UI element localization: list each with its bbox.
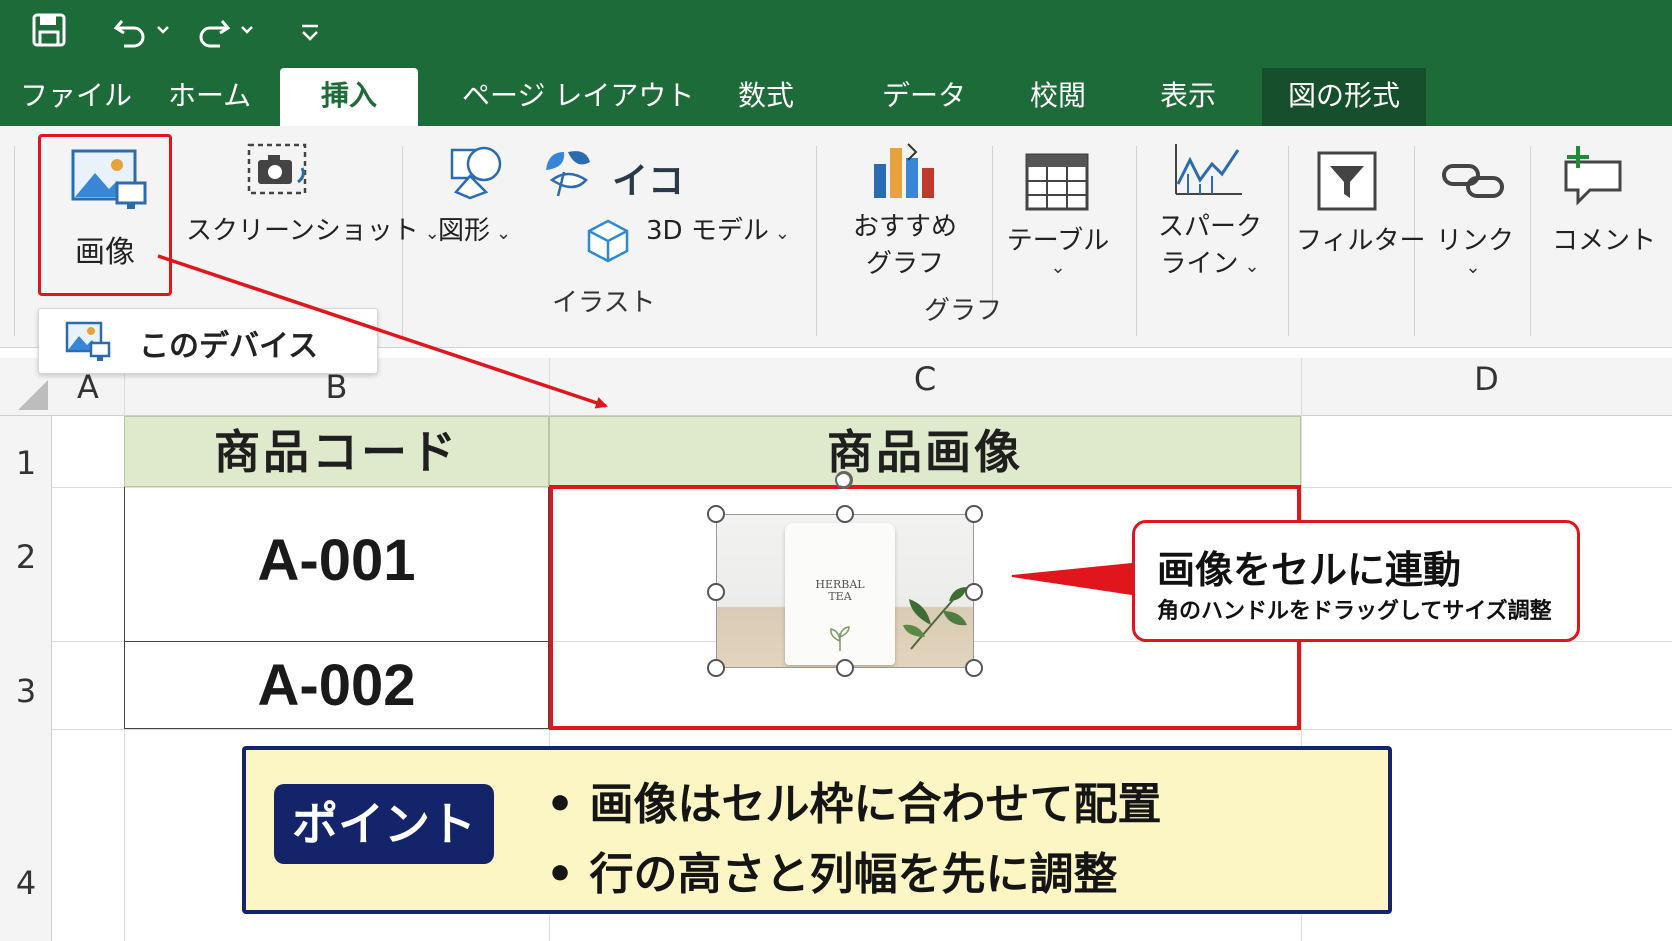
screenshot-label: スクリーンショット bbox=[186, 216, 419, 246]
filter-button[interactable]: フィルター bbox=[1296, 220, 1425, 257]
ribbon-separator bbox=[1288, 146, 1289, 336]
ribbon-separator bbox=[1530, 146, 1531, 336]
chevron-down-icon: ⌄ bbox=[1244, 256, 1260, 277]
sparkline-label-2: ライン bbox=[1160, 249, 1239, 279]
column-divider bbox=[1301, 358, 1302, 416]
ribbon-separator bbox=[816, 146, 817, 336]
undo-icon[interactable] bbox=[112, 10, 178, 50]
recommended-chart-label-2: グラフ bbox=[865, 249, 944, 279]
group-label-charts: グラフ bbox=[924, 296, 1003, 326]
link-label: リンク bbox=[1436, 226, 1515, 256]
icons-label: イコ bbox=[612, 161, 685, 202]
tab-file[interactable]: ファイル bbox=[20, 68, 132, 126]
screenshot-button[interactable]: スクリーンショット ⌄ bbox=[186, 210, 440, 247]
tab-data[interactable]: データ bbox=[882, 68, 966, 126]
point-bullet-2: • 行の高さと列幅を先に調整 bbox=[546, 849, 1118, 900]
tab-picture-format[interactable]: 図の形式 bbox=[1262, 68, 1426, 126]
model3d-button[interactable]: 3D モデル ⌄ bbox=[646, 210, 790, 247]
row-header-1[interactable]: 1 bbox=[0, 444, 52, 482]
chevron-down-icon: ⌄ bbox=[774, 223, 790, 244]
recommended-chart-button[interactable]: おすすめ グラフ bbox=[850, 206, 960, 280]
sparkline-icon bbox=[1175, 144, 1242, 195]
comment-label: コメント bbox=[1552, 226, 1657, 256]
ribbon-separator bbox=[1136, 146, 1137, 336]
model3d-label: 3D モデル bbox=[646, 216, 769, 246]
picture-dropdown-menu: このデバイス bbox=[38, 308, 378, 374]
row-header-3[interactable]: 3 bbox=[0, 672, 52, 710]
save-icon[interactable] bbox=[30, 10, 68, 50]
table-button[interactable]: テーブル ⌄ bbox=[1006, 220, 1110, 278]
cell-b3[interactable]: A-002 bbox=[124, 652, 549, 719]
title-bar: ファイル ホーム 挿入 ページ レイアウト 数式 データ 校閲 表示 図の形式 bbox=[0, 0, 1672, 126]
icons-icon bbox=[546, 151, 590, 197]
row-header-bar: 1 2 3 4 bbox=[0, 416, 52, 941]
filter-icon bbox=[1317, 151, 1377, 211]
cell-border bbox=[124, 641, 549, 642]
tab-view[interactable]: 表示 bbox=[1160, 68, 1216, 126]
sparkline-label-1: スパーク bbox=[1157, 212, 1262, 242]
shapes-label: 図形 bbox=[438, 216, 491, 246]
recommended-chart-label-1: おすすめ bbox=[852, 212, 957, 242]
shapes-button[interactable]: 図形 ⌄ bbox=[438, 210, 511, 247]
tab-page-layout[interactable]: ページ レイアウト bbox=[462, 68, 694, 126]
recommended-chart-icon bbox=[874, 143, 934, 198]
link-button[interactable]: リンク ⌄ bbox=[1436, 220, 1515, 278]
screenshot-icon bbox=[247, 143, 307, 195]
tab-insert[interactable]: 挿入 bbox=[280, 68, 418, 126]
picture-icon bbox=[71, 149, 147, 209]
chevron-down-icon: ⌄ bbox=[1050, 257, 1066, 278]
table-label: テーブル bbox=[1006, 226, 1110, 256]
cell-b1[interactable]: 商品コード bbox=[124, 416, 549, 487]
select-all-icon[interactable] bbox=[18, 380, 48, 410]
picture-label: 画像 bbox=[75, 235, 135, 270]
point-badge: ポイント bbox=[274, 784, 494, 864]
point-bullet-1: • 画像はセル枠に合わせて配置 bbox=[546, 779, 1162, 830]
cell-b2[interactable]: A-001 bbox=[124, 527, 549, 594]
this-device-label: このデバイス bbox=[139, 329, 319, 364]
ribbon-separator bbox=[992, 146, 993, 306]
callout-title: 画像をセルに連動 bbox=[1157, 548, 1462, 592]
this-device-icon bbox=[65, 321, 111, 361]
selection-handles bbox=[707, 471, 983, 677]
new-comment-icon bbox=[1564, 146, 1622, 206]
menu-item-this-device[interactable]: このデバイス bbox=[39, 309, 377, 373]
link-icon bbox=[1442, 164, 1504, 198]
group-label-illustrations: イラスト bbox=[552, 288, 656, 318]
icons-button[interactable]: イコ bbox=[612, 152, 684, 204]
ribbon-separator bbox=[14, 146, 15, 336]
tab-formulas[interactable]: 数式 bbox=[738, 68, 794, 126]
callout-image-link: 画像をセルに連動 角のハンドルをドラッグしてサイズ調整 bbox=[1132, 520, 1580, 642]
point-box: ポイント • 画像はセル枠に合わせて配置 • 行の高さと列幅を先に調整 bbox=[242, 746, 1392, 914]
filter-label: フィルター bbox=[1296, 226, 1426, 256]
table-icon bbox=[1025, 153, 1089, 211]
sparkline-button[interactable]: スパーク ライン ⌄ bbox=[1150, 206, 1270, 280]
shapes-icon bbox=[450, 146, 502, 200]
customize-qat-icon[interactable] bbox=[298, 10, 322, 50]
cube-3d-icon bbox=[587, 219, 629, 263]
tab-home[interactable]: ホーム bbox=[168, 68, 251, 126]
comment-button[interactable]: コメント bbox=[1552, 220, 1656, 257]
redo-icon[interactable] bbox=[196, 10, 262, 50]
column-header-d[interactable]: D bbox=[1301, 360, 1672, 398]
row-header-4[interactable]: 4 bbox=[0, 864, 52, 902]
row-header-2[interactable]: 2 bbox=[0, 538, 52, 576]
chevron-down-icon: ⌄ bbox=[496, 223, 512, 244]
column-header-c[interactable]: C bbox=[549, 360, 1301, 398]
column-divider bbox=[549, 358, 550, 416]
chevron-down-icon: ⌄ bbox=[1465, 257, 1481, 278]
picture-button[interactable]: 画像 bbox=[38, 134, 172, 296]
callout-subtitle: 角のハンドルをドラッグしてサイズ調整 bbox=[1157, 599, 1552, 624]
tab-review[interactable]: 校閲 bbox=[1030, 68, 1086, 126]
